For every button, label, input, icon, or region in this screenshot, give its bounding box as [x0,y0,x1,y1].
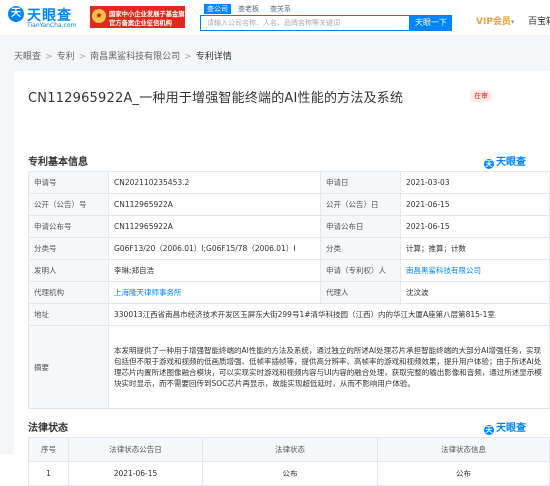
value-application-date: 2021-03-03 [400,171,550,194]
col-index: 序号 [28,437,69,462]
value-category: 计算；推算；计数 [400,237,550,260]
gov-badge-line2: 官方备案企业征信机构 [109,20,172,27]
gov-badge-line1: 国家中小企业发展子基金旗下 [109,11,191,18]
table-row: 地址 330013江西省南昌市经济技术开发区玉屏东大街299号1#清华科技园（江… [28,303,550,326]
cell-index: 1 [28,461,69,486]
patent-detail-card: CN112965922A_一种用于增强智能终端的AI性能的方法及系统 在审 专利… [14,71,550,486]
legal-status-table: 序号 法律状态公告日 法律状态 法律状态信息 1 2021-06-15 公布 公… [28,437,550,486]
table-row: 申请号 CN202110235453.2 申请日 2021-03-03 [28,171,550,194]
table-row: 摘要 本发明提供了一种用于增强智能终端的AI性能的方法及系统，通过独立的所述AI… [28,325,550,409]
value-address: 330013江西省南昌市经济技术开发区玉屏东大街299号1#清华科技园（江西）内… [108,303,550,326]
applicant-company-link[interactable]: 南昌黑鲨科技有限公司 [400,259,550,282]
chevron-down-icon: ▾ [510,18,515,26]
value-app-publication-date: 2021-06-15 [400,215,550,238]
value-abstract: 本发明提供了一种用于增强智能终端的AI性能的方法及系统，通过独立的所述AI处理芯… [108,325,550,409]
toolbox-link[interactable]: 百宝箱 [528,14,550,27]
breadcrumb-separator: > [184,52,192,62]
value-app-publication-no: CN112965922A [108,215,321,238]
basic-info-heading: 专利基本信息 [28,157,88,168]
tab-boss[interactable]: 查老板 [238,4,259,14]
watermark-logo-icon: 天 [484,425,494,435]
breadcrumb-home[interactable]: 天眼查 [14,52,41,62]
breadcrumb: 天眼查 > 专利 > 南昌黑鲨科技有限公司 > 专利详情 [14,49,232,62]
label-application-date: 申请日 [320,171,401,194]
vip-label: VIP会员 [476,17,511,27]
gov-credit-badge[interactable]: ★ 国家中小企业发展子基金旗下 官方备案企业征信机构 [90,6,191,28]
breadcrumb-company[interactable]: 南昌黑鲨科技有限公司 [90,52,180,62]
value-classification-no: G06F13/20（2006.01）I;G06F15/78（2006.01）I [108,237,321,260]
site-logo[interactable]: 天 天眼查 TianYanCha.com [8,4,83,30]
watermark-text: 天眼查 [496,157,526,168]
label-classification-no: 分类号 [28,237,109,260]
table-row: 公开（公告）号 CN112965922A 公开（公告）日 2021-06-15 [28,193,550,216]
breadcrumb-current: 专利详情 [195,52,232,62]
label-app-publication-no: 申请公布号 [28,215,109,238]
table-header-row: 序号 法律状态公告日 法律状态 法律状态信息 [28,437,550,462]
cell-status: 公布 [202,461,378,486]
breadcrumb-separator: > [45,52,53,62]
table-row: 1 2021-06-15 公布 公布 [28,461,550,486]
breadcrumb-patent[interactable]: 专利 [57,52,75,62]
tianyancha-watermark: 天天眼查 [484,419,526,435]
table-row: 分类号 G06F13/20（2006.01）I;G06F15/78（2006.0… [28,237,550,260]
basic-info-table: 申请号 CN202110235453.2 申请日 2021-03-03 公开（公… [28,171,550,409]
value-agent: 沈汶波 [400,281,550,304]
label-address: 地址 [28,303,109,326]
col-status: 法律状态 [202,437,378,462]
status-badge: 在审 [470,90,492,102]
table-row: 代理机构 上海隆天律师事务所 代理人 沈汶波 [28,281,550,304]
label-category: 分类 [320,237,401,260]
value-publication-date: 2021-06-15 [400,193,550,216]
watermark-text: 天眼查 [496,423,526,434]
label-abstract: 摘要 [28,325,109,409]
agency-link[interactable]: 上海隆天律师事务所 [108,281,321,304]
logo-mark-icon: 天 [8,6,24,22]
patent-title: CN112965922A_一种用于增强智能终端的AI性能的方法及系统 [28,91,404,106]
top-navbar: 天 天眼查 TianYanCha.com ★ 国家中小企业发展子基金旗下 官方备… [0,0,550,36]
legal-status-heading: 法律状态 [28,423,68,434]
tianyancha-watermark: 天天眼查 [484,153,526,169]
tab-relation[interactable]: 查关系 [270,4,291,14]
label-agency: 代理机构 [28,281,109,304]
label-publication-date: 公开（公告）日 [320,193,401,216]
watermark-logo-icon: 天 [484,159,494,169]
table-row: 申请公布号 CN112965922A 申请公布日 2021-06-15 [28,215,550,238]
national-emblem-icon: ★ [92,9,106,23]
label-inventor: 发明人 [28,259,109,282]
search-input[interactable]: 请输入公司名称、人名、品牌名称等关键词 [200,15,410,31]
col-info: 法律状态信息 [377,437,550,462]
cell-date: 2021-06-15 [68,461,203,486]
label-application-no: 申请号 [28,171,109,194]
label-publication-no: 公开（公告）号 [28,193,109,216]
page-content: 天眼查 > 专利 > 南昌黑鲨科技有限公司 > 专利详情 CN112965922A_一种用于… [0,35,550,486]
table-row: 发明人 李琳;郑自浩 申请（专利权）人 南昌黑鲨科技有限公司 [28,259,550,282]
cell-info: 公布 [377,461,550,486]
col-date: 法律状态公告日 [68,437,203,462]
value-application-no: CN202110235453.2 [108,171,321,194]
label-agent: 代理人 [320,281,401,304]
value-inventor: 李琳;郑自浩 [108,259,321,282]
label-applicant: 申请（专利权）人 [320,259,401,282]
label-app-publication-date: 申请公布日 [320,215,401,238]
vip-member-link[interactable]: VIP会员▾ [476,14,514,27]
tab-company[interactable]: 查公司 [204,4,231,14]
value-publication-no: CN112965922A [108,193,321,216]
search-button[interactable]: 天眼一下 [410,15,452,31]
logo-domain: TianYanCha.com [27,22,77,29]
breadcrumb-separator: > [78,52,87,62]
